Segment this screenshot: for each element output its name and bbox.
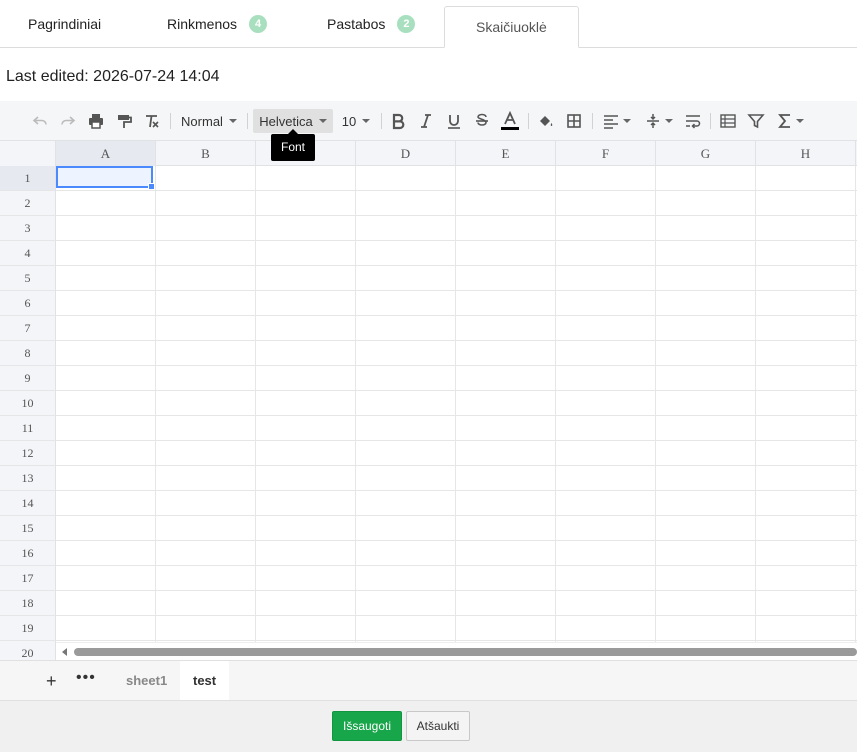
undo-icon[interactable] <box>30 109 50 133</box>
toolbar-divider <box>710 113 711 129</box>
font-tooltip: Font <box>271 129 315 161</box>
text-color-icon[interactable] <box>500 109 520 133</box>
row-header[interactable]: 8 <box>0 341 56 366</box>
row-header[interactable]: 9 <box>0 366 56 391</box>
row-header[interactable]: 7 <box>0 316 56 341</box>
chevron-down-icon <box>318 119 327 123</box>
add-sheet-button[interactable]: + <box>46 671 57 691</box>
grid-corner[interactable] <box>0 141 56 166</box>
tab-label: Pagrindiniai <box>28 16 102 32</box>
chevron-down-icon <box>362 119 371 123</box>
scrollbar-thumb[interactable] <box>74 648 857 656</box>
toolbar-divider <box>247 113 248 129</box>
chevron-down-icon <box>228 119 237 123</box>
sheet-tab-active[interactable]: test <box>180 661 230 701</box>
row-header[interactable]: 13 <box>0 466 56 491</box>
clear-format-icon[interactable] <box>142 109 162 133</box>
row-header[interactable]: 12 <box>0 441 56 466</box>
row-header[interactable]: 5 <box>0 266 56 291</box>
toolbar-divider <box>528 113 529 129</box>
selected-cell[interactable] <box>56 166 155 190</box>
align-left-icon <box>603 115 618 129</box>
spreadsheet-grid[interactable]: A B C D E F G H 123456789101112131415161… <box>0 141 857 660</box>
column-header[interactable]: G <box>656 141 756 166</box>
column-header[interactable]: D <box>356 141 456 166</box>
column-header[interactable]: H <box>756 141 856 166</box>
count-badge: 4 <box>249 15 268 33</box>
horizontal-scrollbar[interactable] <box>56 642 857 660</box>
row-header[interactable]: 11 <box>0 416 56 441</box>
tab-label: Rinkmenos <box>167 16 238 32</box>
chevron-down-icon <box>795 119 804 123</box>
sum-icon <box>777 114 790 128</box>
strikethrough-icon[interactable] <box>472 109 492 133</box>
underline-icon[interactable] <box>444 109 464 133</box>
chevron-down-icon <box>622 119 631 123</box>
filter-icon[interactable] <box>746 109 766 133</box>
row-header[interactable]: 6 <box>0 291 56 316</box>
sheet-tabs-bar: + ••• sheet1 test <box>0 660 857 701</box>
valign-dropdown[interactable] <box>642 109 674 133</box>
print-icon[interactable] <box>86 109 106 133</box>
fill-color-icon[interactable] <box>536 109 556 133</box>
font-size-dropdown[interactable]: 10 <box>338 109 374 133</box>
tab-pagrindiniai[interactable]: Pagrindiniai <box>28 0 101 48</box>
column-header[interactable]: B <box>156 141 256 166</box>
row-header[interactable]: 15 <box>0 516 56 541</box>
wrap-icon[interactable] <box>683 109 703 133</box>
freeze-icon[interactable] <box>718 109 738 133</box>
row-header[interactable]: 4 <box>0 241 56 266</box>
column-header[interactable]: F <box>556 141 656 166</box>
more-sheets-button[interactable]: ••• <box>76 669 96 687</box>
toolbar-divider <box>592 113 593 129</box>
spreadsheet-toolbar: Normal Helvetica 10 <box>0 101 857 141</box>
row-header[interactable]: 19 <box>0 616 56 641</box>
tab-rinkmenos[interactable]: Rinkmenos 4 <box>167 0 268 48</box>
borders-icon[interactable] <box>564 109 584 133</box>
row-header[interactable]: 1 <box>0 166 56 191</box>
row-header[interactable]: 20 <box>0 641 56 660</box>
row-header[interactable]: 17 <box>0 566 56 591</box>
footer-actions: Išsaugoti Atšaukti <box>0 700 857 752</box>
toolbar-divider <box>170 113 171 129</box>
cell-area[interactable] <box>56 166 857 660</box>
tab-skaiciuokle[interactable]: Skaičiuoklė <box>444 6 579 48</box>
redo-icon[interactable] <box>58 109 78 133</box>
align-dropdown[interactable] <box>600 109 632 133</box>
chevron-down-icon <box>664 119 673 123</box>
top-tabs: Pagrindiniai Rinkmenos 4 Pastabos 2 Skai… <box>0 0 857 48</box>
row-header[interactable]: 18 <box>0 591 56 616</box>
last-edited-text: Last edited: 2026-07-24 14:04 <box>6 68 220 85</box>
column-header[interactable]: A <box>56 141 156 166</box>
italic-icon[interactable] <box>416 109 436 133</box>
sum-dropdown[interactable] <box>774 109 806 133</box>
toolbar-divider <box>381 113 382 129</box>
paint-format-icon[interactable] <box>114 109 134 133</box>
format-value: Normal <box>181 113 223 129</box>
save-button[interactable]: Išsaugoti <box>332 711 402 741</box>
bold-icon[interactable] <box>388 109 408 133</box>
row-header[interactable]: 10 <box>0 391 56 416</box>
font-size-value: 10 <box>341 113 357 129</box>
row-header[interactable]: 14 <box>0 491 56 516</box>
row-header[interactable]: 3 <box>0 216 56 241</box>
column-header-row: A B C D E F G H <box>0 141 857 166</box>
row-header[interactable]: 16 <box>0 541 56 566</box>
font-value: Helvetica <box>259 113 313 129</box>
row-header[interactable]: 2 <box>0 191 56 216</box>
column-header[interactable]: E <box>456 141 556 166</box>
tab-pastabos[interactable]: Pastabos 2 <box>327 0 416 48</box>
format-dropdown[interactable]: Normal <box>176 109 242 133</box>
tab-label: Skaičiuoklė <box>476 19 547 35</box>
cancel-button[interactable]: Atšaukti <box>406 711 470 741</box>
count-badge: 2 <box>397 15 416 33</box>
scroll-left-icon[interactable] <box>62 648 67 656</box>
tab-label: Pastabos <box>327 16 386 32</box>
sheet-tab[interactable]: sheet1 <box>113 661 180 701</box>
valign-middle-icon <box>646 114 659 128</box>
